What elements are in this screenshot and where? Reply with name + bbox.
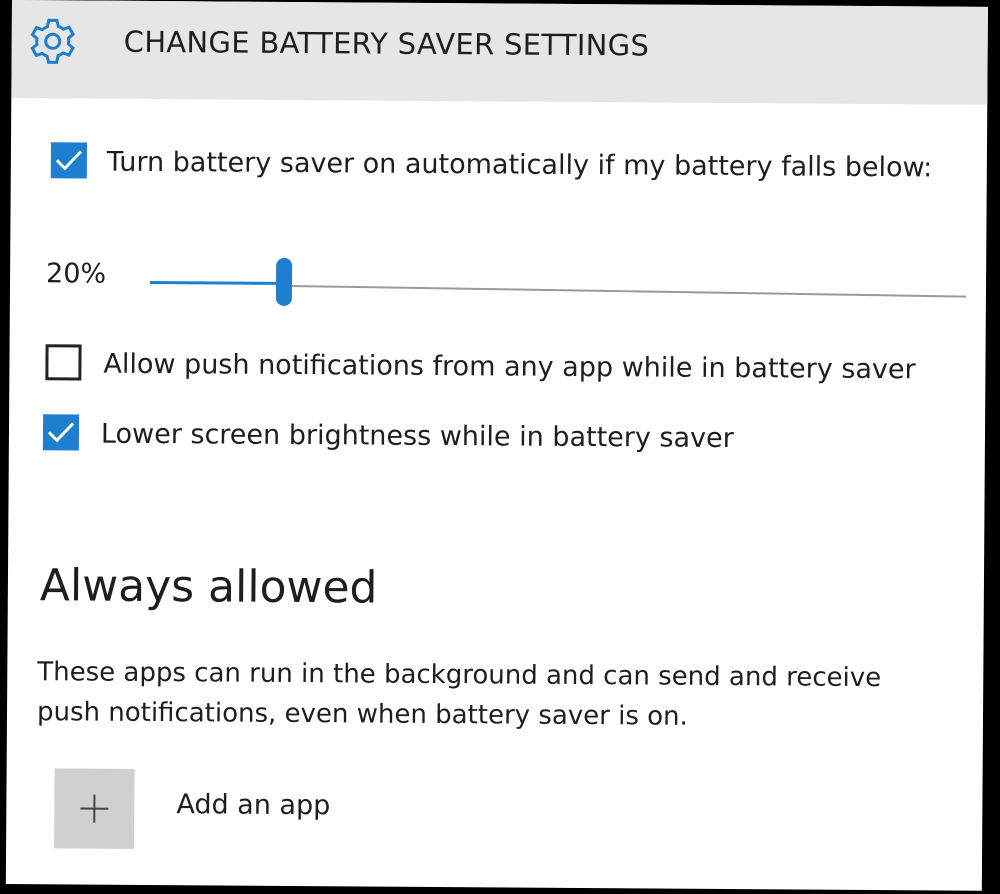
checkmark-icon <box>55 150 83 171</box>
threshold-value: 20% <box>45 258 107 290</box>
push-notifications-checkbox[interactable] <box>45 344 82 381</box>
battery-threshold-slider[interactable] <box>150 257 970 317</box>
slider-track-remaining <box>289 284 966 298</box>
auto-battery-saver-checkbox[interactable] <box>50 142 88 179</box>
page-title: CHANGE BATTERY SAVER SETTINGS <box>123 24 650 63</box>
always-allowed-heading: Always allowed <box>39 560 378 614</box>
add-app-label[interactable]: Add an app <box>176 789 330 821</box>
always-allowed-description: These apps can run in the background and… <box>36 657 882 732</box>
gear-icon[interactable] <box>26 14 80 68</box>
lower-brightness-label: Lower screen brightness while in battery… <box>100 418 734 455</box>
slider-thumb[interactable] <box>275 257 293 306</box>
add-app-button[interactable] <box>54 768 135 849</box>
plus-icon <box>55 768 135 823</box>
checkmark-icon <box>47 422 75 443</box>
push-notifications-label: Allow push notifications from any app wh… <box>103 348 916 386</box>
slider-track-filled <box>150 280 283 285</box>
battery-saver-settings-panel: CHANGE BATTERY SAVER SETTINGS Turn batte… <box>5 0 988 891</box>
auto-battery-saver-label: Turn battery saver on automatically if m… <box>106 146 933 184</box>
lower-brightness-checkbox[interactable] <box>42 414 80 451</box>
settings-header: CHANGE BATTERY SAVER SETTINGS <box>11 0 988 105</box>
